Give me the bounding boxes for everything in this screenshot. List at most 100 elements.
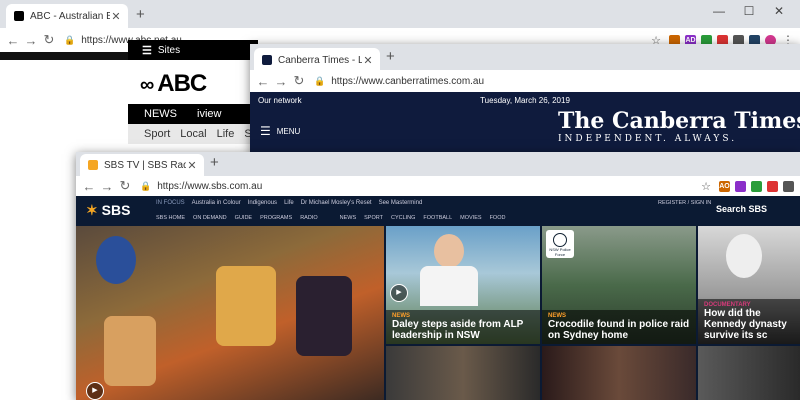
news-photo-person bbox=[434, 234, 464, 268]
sbs-tab[interactable]: SBS TV | SBS Radio | SBS On D ✕ bbox=[80, 154, 204, 176]
sbs-nav-item[interactable]: CYCLING bbox=[391, 215, 415, 221]
abc-nav-iview[interactable]: iview bbox=[197, 108, 221, 120]
play-icon[interactable]: ▶ bbox=[390, 284, 408, 302]
sbs-logo-icon: ✶ bbox=[86, 202, 98, 218]
sbs-focus-link[interactable]: Australia in Colour bbox=[192, 200, 241, 206]
sbs-search-button[interactable]: Search SBS bbox=[716, 204, 767, 214]
abc-subnav-sport[interactable]: Sport bbox=[144, 128, 170, 140]
abc-tab-title: ABC - Australian Broadcasting... bbox=[30, 10, 110, 22]
sbs-focus-link[interactable]: Indigenous bbox=[248, 200, 277, 206]
extension-icon[interactable] bbox=[751, 180, 762, 192]
sbs-focus-link[interactable]: Life bbox=[284, 200, 294, 206]
sbs-nav-item[interactable]: GUIDE bbox=[235, 215, 252, 221]
abc-subnav-local[interactable]: Local bbox=[180, 128, 206, 140]
forward-icon[interactable]: → bbox=[272, 74, 290, 89]
sbs-toolbar: ← → ↻ 🔒 https://www.sbs.com.au ☆ AO bbox=[76, 176, 800, 197]
back-icon[interactable]: ← bbox=[4, 33, 22, 48]
sbs-tile[interactable] bbox=[542, 346, 696, 400]
sbs-browser-window: SBS TV | SBS Radio | SBS On D ✕ + ← → ↻ … bbox=[76, 152, 800, 400]
sbs-nav-item[interactable]: PROGRAMS bbox=[260, 215, 292, 221]
close-tab-icon[interactable]: ✕ bbox=[362, 54, 374, 67]
abc-tab[interactable]: ABC - Australian Broadcasting... ✕ bbox=[6, 4, 128, 28]
extension-icon[interactable] bbox=[767, 180, 778, 192]
forward-icon[interactable]: → bbox=[22, 33, 40, 48]
sbs-favicon-icon bbox=[88, 160, 98, 170]
lock-icon: 🔒 bbox=[140, 180, 152, 191]
sbs-news-tile-crocodile[interactable]: NSW Police Force NEWS Crocodile found in… bbox=[542, 226, 696, 344]
sbs-logo[interactable]: ✶ SBS bbox=[86, 202, 130, 219]
close-window-icon[interactable]: ✕ bbox=[764, 0, 794, 22]
forward-icon[interactable]: → bbox=[98, 179, 116, 194]
new-tab-icon[interactable]: + bbox=[210, 154, 219, 171]
new-tab-icon[interactable]: + bbox=[386, 48, 395, 65]
ct-tagline: INDEPENDENT. ALWAYS. bbox=[558, 134, 738, 144]
hero-figure bbox=[96, 236, 136, 284]
sbs-content-grid: ▶ ▶ NEWS Daley steps aside from ALP lead… bbox=[76, 226, 800, 400]
ct-url: https://www.canberratimes.com.au bbox=[331, 75, 485, 87]
sbs-focus-link[interactable]: See Mastermind bbox=[379, 200, 423, 206]
ct-menu-button[interactable]: ☰ MENU bbox=[260, 124, 300, 138]
abc-sites-menu[interactable]: ☰ Sites bbox=[128, 40, 258, 60]
back-icon[interactable]: ← bbox=[254, 74, 272, 89]
ct-toolbar: ← → ↻ 🔒 https://www.canberratimes.com.au bbox=[250, 70, 800, 93]
sbs-nav-item[interactable]: MOVIES bbox=[460, 215, 481, 221]
ct-date: Tuesday, March 26, 2019 bbox=[480, 96, 570, 105]
extension-icon[interactable]: AO bbox=[719, 180, 730, 192]
hamburger-icon: ☰ bbox=[260, 124, 271, 138]
close-tab-icon[interactable]: ✕ bbox=[110, 10, 122, 23]
tile-caption: NEWS Crocodile found in police raid on S… bbox=[542, 310, 696, 344]
sbs-main-nav: SBS HOME ON DEMAND GUIDE PROGRAMS RADIO … bbox=[156, 212, 505, 224]
tile-headline: How did the Kennedy dynasty survive its … bbox=[704, 308, 787, 341]
hero-figure bbox=[296, 276, 352, 356]
sbs-hero-tile[interactable]: ▶ bbox=[76, 226, 384, 400]
back-icon[interactable]: ← bbox=[80, 179, 98, 194]
sbs-address-bar[interactable]: 🔒 https://www.sbs.com.au bbox=[140, 181, 695, 192]
sbs-tab-strip: SBS TV | SBS Radio | SBS On D ✕ + bbox=[76, 152, 800, 176]
bookmark-star-icon[interactable]: ☆ bbox=[701, 180, 711, 193]
abc-favicon-icon bbox=[14, 11, 24, 21]
sbs-tile[interactable] bbox=[386, 346, 540, 400]
ct-tab[interactable]: Canberra Times - Local Canb ✕ bbox=[254, 48, 380, 72]
sbs-nav-item[interactable]: RADIO bbox=[300, 215, 317, 221]
extension-icon[interactable] bbox=[735, 180, 746, 192]
sbs-nav-item[interactable]: NEWS bbox=[340, 215, 357, 221]
hamburger-icon: ☰ bbox=[142, 44, 152, 57]
extension-icon[interactable] bbox=[783, 180, 794, 192]
extension-icons: AO bbox=[719, 180, 794, 192]
sbs-focus-link[interactable]: Dr Michael Mosley's Reset bbox=[301, 200, 372, 206]
sbs-news-tile-daley[interactable]: ▶ NEWS Daley steps aside from ALP leader… bbox=[386, 226, 540, 344]
ct-header: Our network Tuesday, March 26, 2019 ☰ ME… bbox=[250, 92, 800, 154]
ct-tab-strip: Canberra Times - Local Canb ✕ + bbox=[250, 44, 800, 72]
reload-icon[interactable]: ↻ bbox=[116, 178, 134, 194]
abc-lissajous-icon: ∞ bbox=[140, 74, 154, 96]
sbs-doc-tile-kennedy[interactable]: DOCUMENTARY How did the Kennedy dynasty … bbox=[698, 226, 800, 344]
window-controls: — ☐ ✕ bbox=[704, 0, 794, 22]
sbs-nav-item[interactable]: SBS HOME bbox=[156, 215, 185, 221]
sbs-nav-item[interactable]: FOOD bbox=[490, 215, 506, 221]
sbs-in-focus-label: IN FOCUS bbox=[156, 200, 185, 206]
close-tab-icon[interactable]: ✕ bbox=[186, 159, 198, 172]
sbs-nav-item[interactable]: ON DEMAND bbox=[193, 215, 227, 221]
maximize-icon[interactable]: ☐ bbox=[734, 0, 764, 22]
canberra-browser-window: Canberra Times - Local Canb ✕ + ← → ↻ 🔒 … bbox=[250, 44, 800, 154]
abc-subnav-life[interactable]: Life bbox=[217, 128, 235, 140]
hero-figure bbox=[216, 266, 276, 346]
ct-address-bar[interactable]: 🔒 https://www.canberratimes.com.au bbox=[314, 76, 794, 87]
ct-masthead[interactable]: The Canberra Times bbox=[558, 108, 800, 134]
play-icon[interactable]: ▶ bbox=[86, 382, 104, 400]
abc-logo[interactable]: ∞ ABC bbox=[140, 70, 207, 98]
sbs-in-focus-bar: IN FOCUS Australia in Colour Indigenous … bbox=[156, 196, 422, 210]
reload-icon[interactable]: ↻ bbox=[40, 32, 58, 48]
sbs-nav-item[interactable]: FOOTBALL bbox=[423, 215, 452, 221]
sbs-nav-item[interactable]: SPORT bbox=[364, 215, 383, 221]
sbs-header: ✶ SBS IN FOCUS Australia in Colour Indig… bbox=[76, 196, 800, 226]
minimize-icon[interactable]: — bbox=[704, 0, 734, 22]
tile-caption: DOCUMENTARY How did the Kennedy dynasty … bbox=[698, 299, 800, 344]
sbs-tile[interactable] bbox=[698, 346, 800, 400]
abc-nav-news[interactable]: NEWS bbox=[144, 108, 177, 120]
sbs-register-link[interactable]: REGISTER / SIGN IN bbox=[658, 196, 711, 210]
lock-icon: 🔒 bbox=[314, 75, 326, 86]
reload-icon[interactable]: ↻ bbox=[290, 73, 308, 89]
new-tab-icon[interactable]: + bbox=[136, 6, 145, 23]
sbs-url: https://www.sbs.com.au bbox=[157, 180, 263, 192]
